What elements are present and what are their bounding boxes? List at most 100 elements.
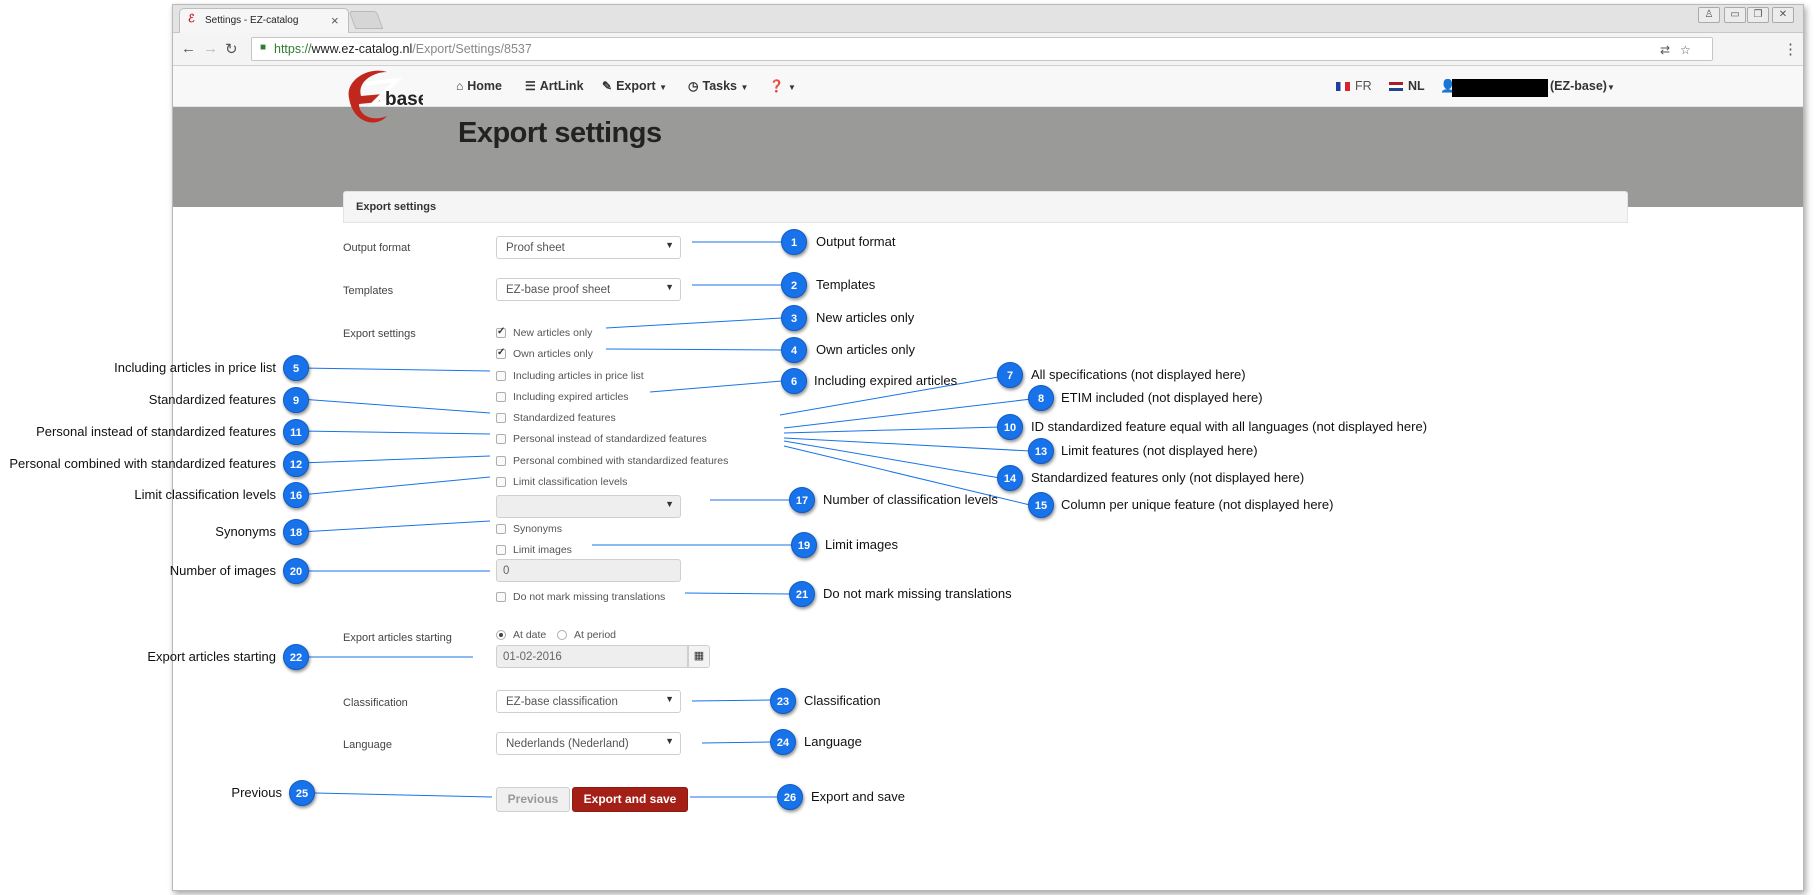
limit-classification-label: Limit classification levels [513, 476, 628, 488]
personal-combined-label: Personal combined with standardized feat… [513, 455, 729, 467]
callout-badge: 20 [283, 558, 309, 584]
callout-label: Own articles only [816, 342, 915, 357]
caret-down-icon: ▼ [659, 83, 668, 92]
including-price-list-label: Including articles in price list [513, 370, 644, 382]
user-menu-label: (EZ-base) [1550, 79, 1607, 93]
number-of-images-input[interactable]: 0 [496, 559, 681, 582]
new-tab-button[interactable] [348, 11, 384, 29]
caret-down-icon: ▼ [1606, 83, 1615, 92]
clock-icon: ◷ [688, 79, 699, 93]
nav-artlink-label: ArtLink [539, 79, 584, 93]
panel-heading: Export settings [343, 191, 1628, 223]
synonyms-checkbox[interactable] [496, 524, 506, 534]
caret-down-icon: ▼ [787, 83, 796, 92]
classification-label: Classification [343, 697, 408, 709]
translate-icon[interactable]: ⇄ [1660, 43, 1670, 57]
date-value: 01-02-2016 [503, 651, 562, 663]
callout-label: Including articles in price list [114, 360, 276, 375]
back-icon[interactable]: ← [181, 40, 196, 57]
new-articles-only-checkbox[interactable] [496, 326, 506, 338]
own-articles-only-checkbox[interactable] [496, 347, 506, 359]
classification-value: EZ-base classification [506, 696, 618, 708]
callout-badge: 24 [770, 729, 796, 755]
minimize-icon[interactable]: ▭ [1724, 7, 1746, 23]
callout-badge: 15 [1028, 492, 1054, 518]
callout-badge: 26 [777, 784, 803, 810]
reload-icon[interactable]: ↻ [225, 40, 238, 58]
user-menu[interactable]: (EZ-base)▼ [1550, 79, 1615, 93]
output-format-select[interactable]: Proof sheet ▼ [496, 236, 681, 259]
close-window-icon[interactable]: ✕ [1772, 7, 1794, 23]
number-of-images-value: 0 [503, 565, 510, 577]
no-mark-missing-label: Do not mark missing translations [513, 591, 666, 603]
templates-select[interactable]: EZ-base proof sheet ▼ [496, 278, 681, 301]
personal-combined-checkbox[interactable] [496, 456, 506, 466]
tab-close-icon[interactable]: × [331, 13, 339, 28]
standardized-features-label: Standardized features [513, 412, 616, 424]
own-articles-only-label: Own articles only [513, 348, 593, 360]
callout-badge: 4 [781, 337, 807, 363]
at-period-radio[interactable] [557, 630, 567, 640]
redacted-username [1452, 79, 1548, 97]
callout-label: Templates [816, 277, 876, 292]
standardized-features-checkbox[interactable] [496, 413, 506, 423]
previous-button[interactable]: Previous [496, 787, 570, 812]
tab-strip: ℰ Settings - EZ-catalog × ♙ ▭ ❐ ✕ [173, 5, 1803, 33]
ez-favicon-icon: ℰ [188, 13, 195, 25]
nav-home[interactable]: ⌂ Home [456, 79, 502, 93]
lang-fr[interactable]: FR [1336, 79, 1372, 93]
callout-badge: 2 [781, 272, 807, 298]
limit-images-checkbox[interactable] [496, 545, 506, 555]
nav-export[interactable]: ✎ Export ▼ [602, 79, 667, 93]
export-settings-label: Export settings [343, 328, 416, 340]
callout-label: Previous [231, 785, 282, 800]
limit-images-label: Limit images [513, 544, 572, 556]
callout-label: Standardized features [148, 392, 276, 407]
url-text: https://www.ez-catalog.nl/Export/Setting… [274, 42, 532, 56]
calendar-icon[interactable]: ▦ [688, 645, 710, 668]
date-input[interactable]: 01-02-2016 [496, 645, 688, 668]
at-date-radio[interactable] [496, 630, 506, 640]
nav-help[interactable]: ❓ ▼ [769, 79, 796, 93]
personal-instead-checkbox[interactable] [496, 434, 506, 444]
menu-kebab-icon[interactable]: ⋮ [1783, 40, 1798, 58]
callout-label: All specifications (not displayed here) [1031, 367, 1246, 382]
language-value: Nederlands (Nederland) [506, 738, 629, 750]
classification-select[interactable]: EZ-base classification ▼ [496, 690, 681, 713]
callout-label: Column per unique feature (not displayed… [1061, 497, 1334, 512]
browser-window: ℰ Settings - EZ-catalog × ♙ ▭ ❐ ✕ ← → ↻ … [172, 4, 1804, 891]
language-label: Language [343, 739, 392, 751]
question-circle-icon: ❓ [769, 79, 784, 93]
url-input[interactable]: ■ https://www.ez-catalog.nl/Export/Setti… [251, 37, 1713, 61]
export-articles-starting-label: Export articles starting [343, 632, 452, 644]
lang-fr-label: FR [1355, 79, 1372, 93]
classification-levels-select[interactable]: ▼ [496, 495, 681, 518]
ezbase-logo[interactable]: base [343, 68, 423, 130]
limit-classification-checkbox[interactable] [496, 477, 506, 487]
callout-label: Classification [804, 693, 881, 708]
profile-icon[interactable]: ♙ [1698, 7, 1720, 23]
language-select[interactable]: Nederlands (Nederland) ▼ [496, 732, 681, 755]
including-price-list-checkbox[interactable] [496, 371, 506, 381]
nav-artlink[interactable]: ☰ ArtLink [525, 79, 584, 93]
including-expired-label: Including expired articles [513, 391, 629, 403]
lang-nl-label: NL [1408, 79, 1425, 93]
callout-badge: 11 [283, 419, 309, 445]
lang-nl[interactable]: NL [1389, 79, 1425, 93]
bookmark-star-icon[interactable]: ☆ [1680, 43, 1691, 57]
nav-tasks[interactable]: ◷ Tasks ▼ [688, 79, 748, 93]
including-expired-checkbox[interactable] [496, 392, 506, 402]
dropdown-caret-icon: ▼ [665, 694, 674, 704]
callout-label: Personal instead of standardized feature… [36, 424, 276, 439]
home-icon: ⌂ [456, 79, 464, 93]
list-icon: ☰ [525, 79, 536, 93]
no-mark-missing-checkbox[interactable] [496, 592, 506, 602]
output-format-label: Output format [343, 242, 411, 254]
dropdown-caret-icon: ▼ [665, 736, 674, 746]
export-and-save-button[interactable]: Export and save [572, 787, 688, 812]
forward-icon[interactable]: → [203, 40, 218, 57]
browser-tab[interactable]: ℰ Settings - EZ-catalog × [179, 8, 349, 33]
restore-icon[interactable]: ❐ [1747, 7, 1769, 23]
at-date-label: At date [513, 629, 547, 641]
callout-badge: 8 [1028, 385, 1054, 411]
